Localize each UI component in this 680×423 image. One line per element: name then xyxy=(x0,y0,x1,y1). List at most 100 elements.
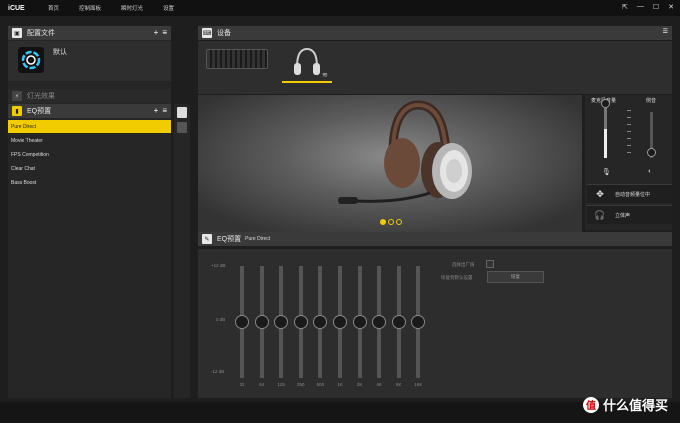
maximize-button[interactable]: ☐ xyxy=(653,3,659,11)
eq-band-knob[interactable] xyxy=(372,315,387,329)
eq-band-frequency: 500 xyxy=(316,382,325,387)
keyboard-device[interactable] xyxy=(206,49,268,71)
restore-icon[interactable]: ⇱ xyxy=(622,3,628,11)
profile-menu-icon[interactable]: ≡ xyxy=(162,28,167,37)
profiles-title: 配置文件 xyxy=(27,30,55,37)
device-strip: ≋ xyxy=(198,41,672,94)
profiles-header: ▣ 配置文件 + ≡ xyxy=(8,26,171,40)
eq-band-slider[interactable]: 250 xyxy=(293,266,308,390)
device-preview xyxy=(198,95,582,232)
carousel-dots xyxy=(380,219,402,225)
eq-band-slider[interactable]: 125 xyxy=(274,266,289,390)
eq-presets-header: ▮ EQ预置 + ≡ xyxy=(8,104,171,118)
db-label-bottom: -12 dB xyxy=(211,369,225,374)
eq-band-slider[interactable]: 500 xyxy=(313,266,328,390)
eq-band-slider[interactable]: 64 xyxy=(254,266,269,390)
eq-band-slider[interactable]: 2K xyxy=(352,266,367,390)
lighting-header[interactable]: ⚡ 灯光效果 xyxy=(8,89,171,103)
eq-band-frequency: 8K xyxy=(396,382,402,387)
eq-preset-item[interactable]: Clear Chat xyxy=(8,162,171,176)
db-label-mid: 0 dB xyxy=(216,317,226,322)
eq-preset-item[interactable]: Pure Direct xyxy=(8,120,171,134)
nav-home[interactable]: 首页 xyxy=(48,4,59,12)
nav-instant-lighting[interactable]: 瞬时灯光 xyxy=(121,4,143,12)
preset-menu-icon[interactable]: ≡ xyxy=(162,106,167,115)
mic-volume-fill xyxy=(604,129,607,158)
carousel-dot[interactable] xyxy=(388,219,394,225)
carousel-dot[interactable] xyxy=(380,219,386,225)
eq-band-frequency: 125 xyxy=(277,382,285,387)
eq-band-frequency: 2K xyxy=(356,382,363,387)
eq-preset-name: Pure Direct xyxy=(245,236,271,242)
eq-band-slider[interactable]: 8K xyxy=(391,266,406,390)
eq-panel xyxy=(198,249,672,398)
profile-icon: ▣ xyxy=(12,28,22,38)
eq-preset-item[interactable]: FPS Competition xyxy=(8,148,171,162)
eq-band-knob[interactable] xyxy=(391,315,406,329)
add-profile-button[interactable]: + xyxy=(154,28,159,37)
eq-option-label: 选择出厂值 xyxy=(452,262,475,267)
eq-preset-item[interactable]: Movie Theater xyxy=(8,134,171,148)
eq-band-slider[interactable]: 16K xyxy=(411,266,426,390)
eq-option-checkbox[interactable] xyxy=(486,260,494,268)
eq-band-knob[interactable] xyxy=(313,315,328,329)
eq-band-frequency: 4K xyxy=(376,382,382,387)
stereo-button[interactable]: 🎧 立体声 xyxy=(587,205,672,224)
eq-band-slider[interactable]: 1K xyxy=(333,266,347,390)
reset-label: 恢复到默认设置 xyxy=(441,275,473,280)
eq-presets-title: EQ预置 xyxy=(27,108,52,115)
eq-band-frequency: 16K xyxy=(414,382,423,387)
eq-band-slider[interactable]: 32 xyxy=(235,266,249,390)
eq-band-frequency: 32 xyxy=(239,382,245,387)
reset-button-label: 恢复 xyxy=(511,274,520,279)
headset-thumbnail-icon: ≋ xyxy=(294,47,328,79)
close-button[interactable]: ✕ xyxy=(668,3,674,11)
svg-text:≋: ≋ xyxy=(322,72,328,79)
eq-band-slider[interactable]: 4K xyxy=(372,266,387,390)
headset-device[interactable]: ≋ xyxy=(282,45,332,83)
sidetone-icon: ◐ xyxy=(648,168,653,175)
eq-band-knob[interactable] xyxy=(333,315,347,329)
copy-icon[interactable] xyxy=(177,107,187,118)
equalizer-icon: ▮ xyxy=(12,106,22,116)
trash-icon[interactable] xyxy=(177,122,187,133)
eq-band-knob[interactable] xyxy=(235,315,249,329)
title-bar: iCUE 首页 控制面板 瞬时灯光 设置 ⇱ — ☐ ✕ xyxy=(0,0,680,16)
headset-icon xyxy=(338,100,472,204)
profile-name: 默认 xyxy=(53,49,67,56)
eq-preset-list: Pure Direct Movie Theater FPS Competitio… xyxy=(8,120,171,190)
eq-title: EQ预置 xyxy=(217,236,242,243)
eq-band-knob[interactable] xyxy=(411,315,426,329)
reset-button[interactable]: 恢复 xyxy=(487,271,544,283)
eq-band-frequency: 1K xyxy=(337,382,343,387)
db-label-top: +12 dB xyxy=(211,263,226,268)
mic-volume-knob[interactable] xyxy=(601,99,610,108)
add-preset-button[interactable]: + xyxy=(154,106,159,115)
minimize-button[interactable]: — xyxy=(637,3,644,11)
eq-band-knob[interactable] xyxy=(274,315,289,329)
eq-band-knob[interactable] xyxy=(352,315,367,329)
app-logo: iCUE xyxy=(8,4,25,12)
mic-scale xyxy=(627,110,631,156)
keyboard-icon xyxy=(206,49,268,69)
auto-adjust-button[interactable]: ✥ 自动音频量位中 xyxy=(587,184,672,203)
eq-preset-item[interactable]: Bass Boost xyxy=(8,176,171,190)
watermark: 值 什么值得买 xyxy=(582,395,668,414)
carousel-dot[interactable] xyxy=(396,219,402,225)
profile-item[interactable]: 默认 xyxy=(8,41,171,81)
eq-header: ✎ EQ预置 Pure Direct xyxy=(198,232,672,246)
microphone-icon: 🎙 xyxy=(602,169,611,176)
nav-dashboard[interactable]: 控制面板 xyxy=(79,4,101,12)
headphones-icon: 🎧 xyxy=(594,209,606,220)
profile-logo-icon xyxy=(18,47,44,73)
eq-band-knob[interactable] xyxy=(254,315,269,329)
edit-icon: ✎ xyxy=(202,234,212,244)
keyboard-small-icon: ⌨ xyxy=(202,28,212,38)
nav-settings[interactable]: 设置 xyxy=(163,4,174,12)
eq-band-knob[interactable] xyxy=(293,315,308,329)
move-arrows-icon: ✥ xyxy=(596,188,604,199)
left-column xyxy=(8,26,171,398)
devices-header: ⌨ 设备 ☰ xyxy=(198,26,672,40)
eq-band-frequency: 250 xyxy=(297,382,305,387)
devices-menu-icon[interactable]: ☰ xyxy=(663,28,668,37)
